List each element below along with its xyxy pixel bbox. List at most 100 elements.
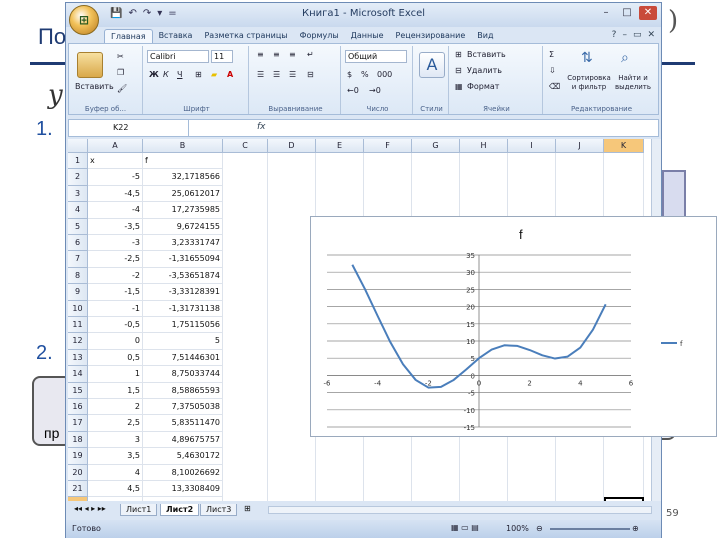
zoom-level[interactable]: 100% bbox=[506, 524, 529, 533]
cell-a[interactable]: 2 bbox=[88, 399, 143, 416]
cell-a[interactable]: 1 bbox=[88, 366, 143, 383]
wrap-text-icon[interactable]: ↵ bbox=[307, 50, 314, 59]
styles-group-label[interactable]: Стили bbox=[415, 105, 448, 113]
sheet-tab-3[interactable]: Лист3 bbox=[200, 504, 238, 516]
decrease-decimal-icon[interactable]: →0 bbox=[369, 86, 381, 95]
row-header[interactable]: 21 bbox=[68, 481, 88, 498]
paste-icon[interactable] bbox=[77, 52, 103, 78]
format-cells-icon[interactable]: ▦ bbox=[455, 82, 463, 91]
align-middle-icon[interactable]: ≡ bbox=[273, 50, 280, 59]
cell-b[interactable]: 13,3308409 bbox=[143, 481, 223, 498]
cell-b[interactable]: 4,89675757 bbox=[143, 431, 223, 449]
align-top-icon[interactable]: ≡ bbox=[257, 50, 264, 59]
cell-b[interactable]: -3,53651874 bbox=[143, 267, 223, 285]
sheet-tab-2[interactable]: Лист2 bbox=[160, 504, 200, 516]
row-header[interactable]: 22 bbox=[68, 497, 88, 501]
align-bottom-icon[interactable]: ≡ bbox=[289, 50, 296, 59]
row-header[interactable]: 11 bbox=[68, 317, 88, 334]
cell-b[interactable]: -1,31655094 bbox=[143, 251, 223, 268]
find-select-icon[interactable]: ⌕ bbox=[621, 50, 629, 66]
align-right-icon[interactable]: ☰ bbox=[289, 70, 296, 79]
cell-a[interactable]: -4 bbox=[88, 202, 143, 219]
underline-button[interactable]: Ч bbox=[177, 70, 182, 79]
format-painter-icon[interactable]: 🖌 bbox=[117, 84, 127, 93]
tab-page-layout[interactable]: Разметка страницы bbox=[198, 29, 293, 43]
cell-b[interactable]: 20,6647553 bbox=[143, 497, 223, 501]
cell-b[interactable]: -3,33128391 bbox=[143, 284, 223, 301]
cell-a[interactable]: 0,5 bbox=[88, 349, 143, 367]
sheet-nav-icon[interactable]: ◂◂ ◂ ▸ ▸▸ bbox=[74, 504, 106, 513]
borders-icon[interactable]: ⊞ bbox=[195, 70, 202, 79]
sort-filter-button[interactable]: Сортировка и фильтр bbox=[567, 74, 611, 92]
column-header-e[interactable]: E bbox=[316, 139, 364, 153]
sheet-tab-1[interactable]: Лист1 bbox=[120, 504, 158, 516]
row-header[interactable]: 1 bbox=[68, 153, 88, 170]
column-header-a[interactable]: A bbox=[88, 139, 143, 153]
format-cells-button[interactable]: Формат bbox=[467, 82, 499, 91]
zoom-in-icon[interactable]: ⊕ bbox=[632, 524, 639, 533]
chart[interactable]: f 35 30 25 20 15 10 5 0 -5 -10 -15 -6 -4 -2 0 2 4 6 f bbox=[310, 216, 717, 437]
ribbon-restore-icon[interactable]: ▭ bbox=[633, 30, 642, 40]
row-header[interactable]: 14 bbox=[68, 366, 88, 383]
row-header[interactable]: 8 bbox=[68, 267, 88, 285]
column-header-k[interactable]: K bbox=[604, 139, 644, 153]
cell-b[interactable]: 8,75033744 bbox=[143, 366, 223, 383]
cell-b[interactable]: 7,37505038 bbox=[143, 399, 223, 416]
column-header-b[interactable]: B bbox=[143, 139, 223, 153]
cell-b[interactable]: 9,6724155 bbox=[143, 218, 223, 235]
font-color-icon[interactable]: A bbox=[227, 70, 233, 79]
tab-data[interactable]: Данные bbox=[345, 29, 390, 43]
column-header-c[interactable]: C bbox=[223, 139, 268, 153]
column-header-f[interactable]: F bbox=[364, 139, 412, 153]
row-header[interactable]: 7 bbox=[68, 251, 88, 268]
formula-input[interactable] bbox=[269, 121, 654, 135]
minimize-icon[interactable]: – bbox=[597, 6, 615, 20]
styles-icon[interactable]: A bbox=[419, 52, 445, 78]
number-format-select[interactable]: Общий bbox=[345, 50, 407, 63]
column-header-i[interactable]: I bbox=[508, 139, 556, 153]
copy-icon[interactable]: ❐ bbox=[117, 68, 124, 77]
selected-cell[interactable] bbox=[604, 497, 644, 501]
insert-cells-icon[interactable]: ⊞ bbox=[455, 50, 462, 59]
column-header-h[interactable]: H bbox=[460, 139, 508, 153]
align-left-icon[interactable]: ☰ bbox=[257, 70, 264, 79]
fill-icon[interactable]: ⇩ bbox=[549, 66, 556, 75]
help-icon[interactable]: ? bbox=[612, 30, 617, 40]
cut-icon[interactable]: ✂ bbox=[117, 52, 124, 61]
font-name-select[interactable]: Calibri bbox=[147, 50, 209, 63]
cell-a[interactable]: 3,5 bbox=[88, 448, 143, 465]
italic-button[interactable]: К bbox=[163, 70, 169, 79]
cell-a[interactable]: -2 bbox=[88, 267, 143, 285]
row-header[interactable]: 17 bbox=[68, 415, 88, 432]
row-header[interactable]: 13 bbox=[68, 349, 88, 367]
maximize-icon[interactable]: □ bbox=[618, 6, 636, 20]
office-button[interactable]: ⊞ bbox=[69, 5, 99, 35]
align-center-icon[interactable]: ☰ bbox=[273, 70, 280, 79]
cell-a[interactable]: 3 bbox=[88, 431, 143, 449]
cell-a[interactable]: 2,5 bbox=[88, 415, 143, 432]
cell-a[interactable]: -1 bbox=[88, 300, 143, 317]
clear-icon[interactable]: ⌫ bbox=[549, 82, 560, 91]
cell-b[interactable]: 3,23331747 bbox=[143, 235, 223, 252]
cell-b[interactable]: f bbox=[143, 153, 223, 170]
cell-a[interactable]: -3 bbox=[88, 235, 143, 252]
increase-decimal-icon[interactable]: ←0 bbox=[347, 86, 359, 95]
delete-cells-icon[interactable]: ⊟ bbox=[455, 66, 462, 75]
row-header[interactable]: 18 bbox=[68, 431, 88, 449]
cell-b[interactable]: 5,4630172 bbox=[143, 448, 223, 465]
close-icon[interactable]: ✕ bbox=[639, 6, 657, 20]
row-header[interactable]: 15 bbox=[68, 382, 88, 399]
cell-a[interactable]: 4 bbox=[88, 464, 143, 481]
cell-b[interactable]: -1,31731138 bbox=[143, 300, 223, 317]
row-header[interactable]: 16 bbox=[68, 399, 88, 416]
cell-b[interactable]: 8,10026692 bbox=[143, 464, 223, 481]
sort-filter-icon[interactable]: ⇅ bbox=[581, 50, 593, 66]
zoom-slider[interactable] bbox=[550, 528, 630, 530]
font-size-select[interactable]: 11 bbox=[211, 50, 233, 63]
cell-a[interactable]: x bbox=[88, 153, 143, 170]
cell-a[interactable]: -1,5 bbox=[88, 284, 143, 301]
cell-b[interactable]: 7,51446301 bbox=[143, 349, 223, 367]
select-all-corner[interactable] bbox=[68, 139, 88, 153]
horizontal-scrollbar[interactable] bbox=[268, 506, 652, 514]
fx-button[interactable]: fx bbox=[257, 122, 266, 132]
